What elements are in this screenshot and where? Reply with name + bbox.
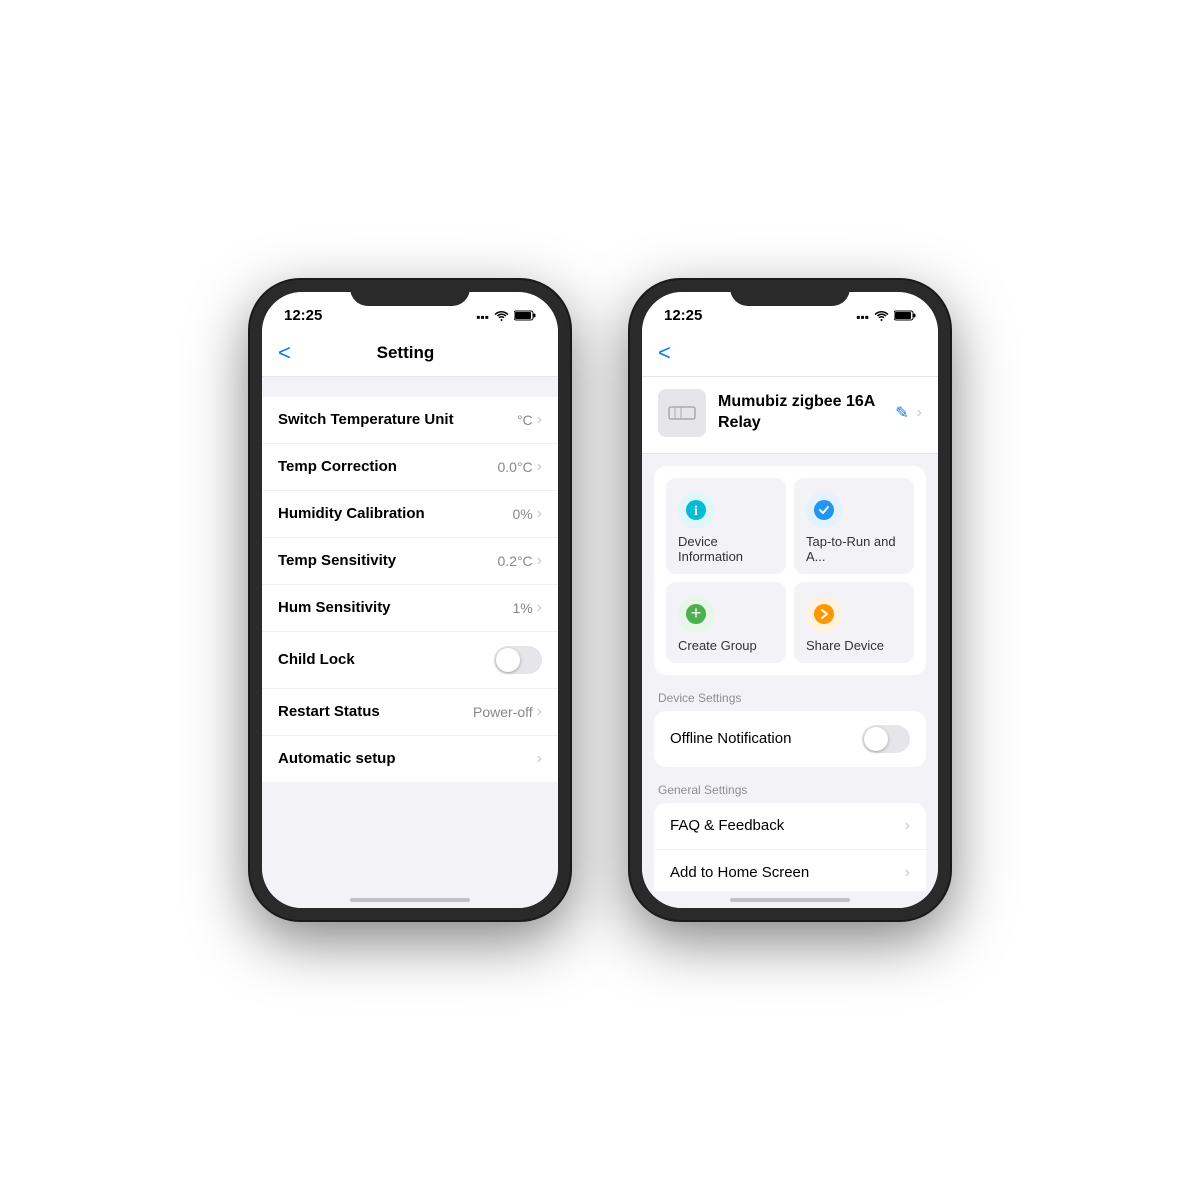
row-restart-status-label: Restart Status xyxy=(278,703,380,720)
row-temp-sensitivity-right: 0.2°C › xyxy=(498,552,543,570)
row-restart-status[interactable]: Restart Status Power-off › xyxy=(262,689,558,736)
row-add-home-screen[interactable]: Add to Home Screen › xyxy=(654,850,926,892)
row-temp-correction-label: Temp Correction xyxy=(278,458,397,475)
qa-share-device-label: Share Device xyxy=(806,638,884,653)
device-info-icon: i xyxy=(678,492,714,528)
row-restart-status-right: Power-off › xyxy=(473,703,542,721)
notch-1 xyxy=(350,280,470,306)
settings-section-1: Switch Temperature Unit °C › Temp Correc… xyxy=(262,397,558,782)
general-settings-section: FAQ & Feedback › Add to Home Screen › De… xyxy=(654,803,926,892)
row-hum-sensitivity-value: 1% xyxy=(512,600,532,616)
chevron-switch-temp: › xyxy=(537,411,542,429)
device-name-text: Mumubiz zigbee 16A Relay xyxy=(718,392,883,434)
row-faq-feedback[interactable]: FAQ & Feedback › xyxy=(654,803,926,850)
device-icon xyxy=(658,389,706,437)
qa-tap-to-run-label: Tap-to-Run and A... xyxy=(806,534,902,564)
row-switch-temp[interactable]: Switch Temperature Unit °C › xyxy=(262,397,558,444)
row-temp-sensitivity-value: 0.2°C xyxy=(498,553,533,569)
chevron-add-home: › xyxy=(905,864,910,882)
status-icons-2: ▪▪▪ xyxy=(856,310,916,324)
nav-bar-2: < xyxy=(642,330,938,377)
device-chevron: › xyxy=(917,404,922,422)
faq-feedback-right: › xyxy=(905,817,910,835)
qa-create-group-label: Create Group xyxy=(678,638,757,653)
row-switch-temp-right: °C › xyxy=(517,411,542,429)
status-icons-1: ▪▪▪ xyxy=(476,310,536,324)
row-hum-sensitivity-label: Hum Sensitivity xyxy=(278,599,391,616)
row-temp-sensitivity[interactable]: Temp Sensitivity 0.2°C › xyxy=(262,538,558,585)
faq-feedback-label: FAQ & Feedback xyxy=(670,817,784,834)
row-automatic-setup[interactable]: Automatic setup › xyxy=(262,736,558,782)
chevron-temp-correction: › xyxy=(537,458,542,476)
home-bar-1 xyxy=(350,898,470,902)
battery-icon-1 xyxy=(514,310,536,324)
row-humidity-cal[interactable]: Humidity Calibration 0% › xyxy=(262,491,558,538)
quick-actions-grid: i Device Information Tap-to-Run and xyxy=(654,466,926,675)
row-temp-correction-right: 0.0°C › xyxy=(498,458,543,476)
battery-icon-2 xyxy=(894,310,916,324)
device-settings-section: Offline Notification xyxy=(654,711,926,767)
home-bar-2 xyxy=(730,898,850,902)
chevron-humidity-cal: › xyxy=(537,505,542,523)
signal-icon-1: ▪▪▪ xyxy=(476,310,489,324)
device-header: Mumubiz zigbee 16A Relay ✎ › xyxy=(642,377,938,454)
row-automatic-setup-right: › xyxy=(537,750,542,768)
home-indicator-2 xyxy=(642,891,938,908)
status-time-2: 12:25 xyxy=(664,307,702,324)
row-switch-temp-label: Switch Temperature Unit xyxy=(278,411,454,428)
row-hum-sensitivity-right: 1% › xyxy=(512,599,542,617)
phone-1: 12:25 ▪▪▪ < Setting xyxy=(250,280,570,920)
row-temp-sensitivity-label: Temp Sensitivity xyxy=(278,552,396,569)
nav-title-1: Setting xyxy=(299,343,512,363)
device-header-actions: ✎ › xyxy=(895,403,922,423)
status-time-1: 12:25 xyxy=(284,307,322,324)
row-temp-correction-value: 0.0°C xyxy=(498,459,533,475)
qa-share-device[interactable]: Share Device xyxy=(794,582,914,663)
child-lock-toggle[interactable] xyxy=(494,646,542,674)
qa-device-information[interactable]: i Device Information xyxy=(666,478,786,574)
row-restart-status-value: Power-off xyxy=(473,704,533,720)
back-button-1[interactable]: < xyxy=(278,342,291,364)
chevron-hum-sensitivity: › xyxy=(537,599,542,617)
phone-2: 12:25 ▪▪▪ < xyxy=(630,280,950,920)
svg-text:+: + xyxy=(691,603,702,623)
back-button-2[interactable]: < xyxy=(658,342,671,364)
device-detail-scroll: Mumubiz zigbee 16A Relay ✎ › i xyxy=(642,377,938,892)
row-hum-sensitivity[interactable]: Hum Sensitivity 1% › xyxy=(262,585,558,632)
chevron-temp-sensitivity: › xyxy=(537,552,542,570)
signal-icon-2: ▪▪▪ xyxy=(856,310,869,324)
share-device-icon xyxy=(806,596,842,632)
row-temp-correction[interactable]: Temp Correction 0.0°C › xyxy=(262,444,558,491)
qa-tap-to-run[interactable]: Tap-to-Run and A... xyxy=(794,478,914,574)
row-child-lock-label: Child Lock xyxy=(278,651,355,668)
row-offline-notification: Offline Notification xyxy=(654,711,926,767)
offline-notification-label: Offline Notification xyxy=(670,730,791,747)
nav-bar-1: < Setting xyxy=(262,330,558,377)
chevron-automatic-setup: › xyxy=(537,750,542,768)
chevron-restart-status: › xyxy=(537,703,542,721)
row-humidity-cal-right: 0% › xyxy=(512,505,542,523)
qa-create-group[interactable]: + Create Group xyxy=(666,582,786,663)
wifi-icon-2 xyxy=(874,310,889,324)
add-home-right: › xyxy=(905,864,910,882)
row-automatic-setup-label: Automatic setup xyxy=(278,750,396,767)
settings-scroll: Switch Temperature Unit °C › Temp Correc… xyxy=(262,377,558,892)
row-humidity-cal-label: Humidity Calibration xyxy=(278,505,425,522)
edit-icon[interactable]: ✎ xyxy=(895,403,908,423)
row-humidity-cal-value: 0% xyxy=(512,506,532,522)
create-group-icon: + xyxy=(678,596,714,632)
chevron-faq: › xyxy=(905,817,910,835)
row-child-lock: Child Lock xyxy=(262,632,558,689)
notch-2 xyxy=(730,280,850,306)
qa-device-info-label: Device Information xyxy=(678,534,774,564)
offline-notification-toggle[interactable] xyxy=(862,725,910,753)
add-home-screen-label: Add to Home Screen xyxy=(670,864,809,881)
home-indicator-1 xyxy=(262,891,558,908)
svg-text:i: i xyxy=(694,504,698,519)
row-switch-temp-value: °C xyxy=(517,412,533,428)
tap-to-run-icon xyxy=(806,492,842,528)
general-settings-header: General Settings xyxy=(642,767,938,803)
device-settings-header: Device Settings xyxy=(642,675,938,711)
wifi-icon-1 xyxy=(494,310,509,324)
